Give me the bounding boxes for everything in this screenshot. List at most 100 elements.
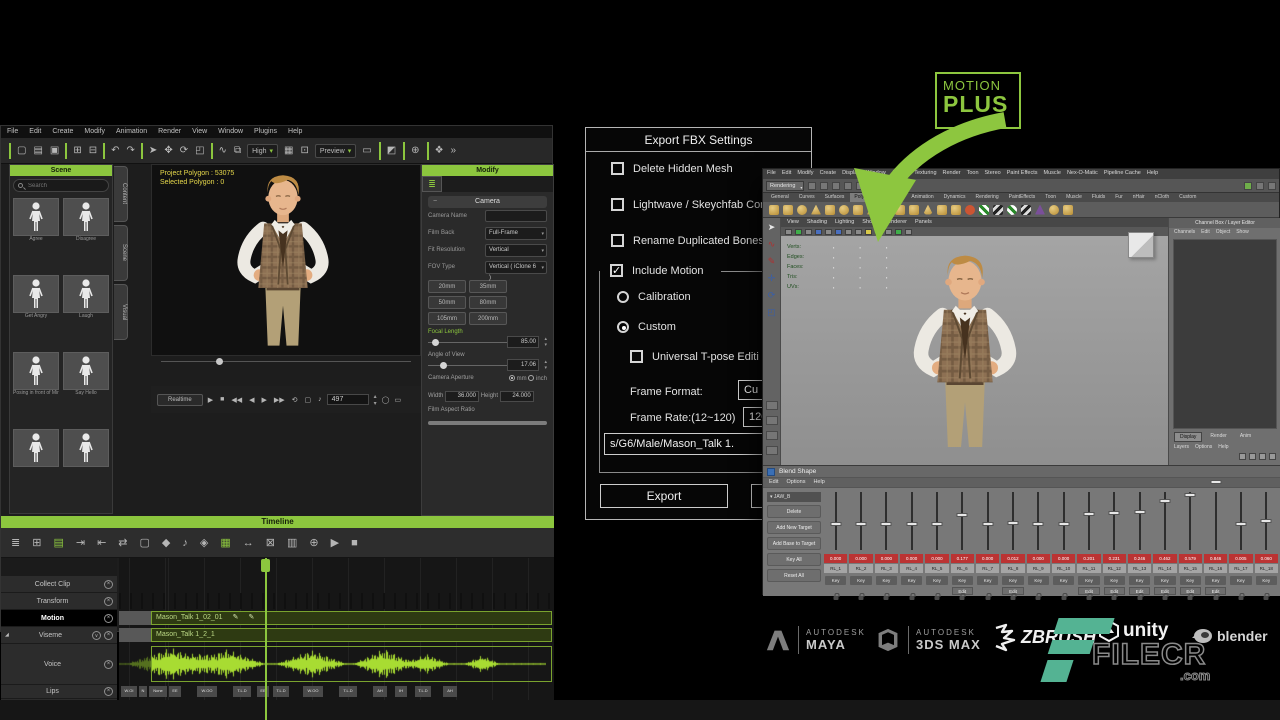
lock-icon[interactable]: [1264, 596, 1269, 600]
blend-shape-button[interactable]: Reset All: [767, 569, 821, 582]
export-option-row[interactable]: Rename Duplicated Bones: [611, 234, 764, 247]
slider-area[interactable]: [1000, 490, 1025, 552]
shelf-icon[interactable]: [769, 205, 779, 215]
slider-value[interactable]: 0.005: [1229, 554, 1252, 563]
layout-preset-button[interactable]: [766, 416, 778, 425]
slider-handle[interactable]: [1210, 480, 1221, 484]
inch-radio[interactable]: [528, 375, 534, 381]
camera-section-header[interactable]: −Camera: [428, 196, 547, 208]
key-button[interactable]: Key: [1028, 576, 1049, 585]
blend-shape-button[interactable]: Delete: [767, 505, 821, 518]
lock-icon[interactable]: [1162, 596, 1167, 600]
rotate-tool-icon[interactable]: ⟳: [768, 290, 776, 301]
transport-button[interactable]: ▢: [305, 396, 312, 404]
track-collect-clip[interactable]: Collect Clip×: [1, 576, 117, 592]
toolbar-icon[interactable]: ➤: [149, 142, 157, 160]
lock-icon[interactable]: [858, 596, 863, 600]
track-voice[interactable]: Voice×: [1, 644, 117, 684]
lock-icon[interactable]: [985, 596, 990, 600]
slider-value[interactable]: 0.060: [1255, 554, 1278, 563]
menu-item[interactable]: Window: [218, 127, 243, 137]
channel-menu-item[interactable]: Object: [1216, 229, 1230, 236]
lock-icon[interactable]: [1061, 596, 1066, 600]
slider-area[interactable]: [1228, 490, 1253, 552]
lock-icon[interactable]: [1112, 596, 1117, 600]
lock-icon[interactable]: [1238, 596, 1243, 600]
shelf-icon[interactable]: [825, 205, 835, 215]
status-icon[interactable]: [820, 182, 828, 190]
slider-handle[interactable]: [881, 522, 892, 526]
phoneme-segment[interactable]: AH: [443, 686, 457, 697]
slider-value[interactable]: 0.201: [1077, 554, 1100, 563]
shelf-tab[interactable]: nCloth: [1151, 193, 1173, 202]
edit-pencil-icon[interactable]: ✎: [233, 614, 239, 621]
phoneme-segment[interactable]: EE: [169, 686, 181, 697]
timeline-toolbar-icon[interactable]: ⇤: [97, 536, 106, 549]
slider-handle[interactable]: [1134, 510, 1145, 514]
timeline-toolbar-icon[interactable]: ⊞: [32, 536, 41, 549]
layout-preset-button[interactable]: [766, 446, 778, 455]
voice-row[interactable]: [119, 644, 554, 684]
toolbar-icon[interactable]: ✥: [164, 142, 172, 160]
template-thumbnail[interactable]: Agree: [13, 198, 59, 271]
slider-handle[interactable]: [1083, 512, 1094, 516]
menu-item[interactable]: Plugins: [254, 127, 277, 137]
toolbar-icon[interactable]: ▭: [362, 142, 371, 160]
slider-area[interactable]: [1152, 490, 1177, 552]
slider-handle[interactable]: [1261, 519, 1272, 523]
lock-icon[interactable]: [1086, 596, 1091, 600]
key-button[interactable]: Key: [1104, 576, 1125, 585]
track-motion[interactable]: Motion×: [1, 610, 117, 626]
timeline-toolbar-icon[interactable]: ≣: [11, 536, 20, 549]
layer-icon[interactable]: [1249, 453, 1256, 460]
remove-track-icon[interactable]: ×: [104, 597, 113, 606]
slider-value[interactable]: 0.000: [1027, 554, 1050, 563]
blend-shape-menu-item[interactable]: Options: [786, 479, 805, 486]
transport-button[interactable]: ▶: [208, 396, 213, 404]
remove-track-icon[interactable]: ×: [104, 580, 113, 589]
key-button[interactable]: Key: [926, 576, 947, 585]
side-tab[interactable]: Scene: [114, 225, 128, 281]
menu-item[interactable]: Help: [1147, 170, 1158, 178]
collapse-icon[interactable]: ∨: [92, 631, 101, 640]
lock-icon[interactable]: [1213, 596, 1218, 600]
move-tool-icon[interactable]: ✛: [768, 273, 776, 284]
key-button[interactable]: Key: [1180, 576, 1201, 585]
blend-shape-node[interactable]: ▾ JAW_B: [767, 492, 821, 502]
timeline-toolbar-icon[interactable]: ⊠: [266, 536, 275, 549]
transport-button[interactable]: ◀: [249, 396, 254, 404]
layout-preset-button[interactable]: [766, 431, 778, 440]
slider-handle[interactable]: [931, 522, 942, 526]
lock-icon[interactable]: [884, 596, 889, 600]
shelf-icon[interactable]: [1063, 205, 1073, 215]
search-bar[interactable]: [13, 179, 109, 192]
blend-shape-menu-item[interactable]: Edit: [769, 479, 778, 486]
track-lips[interactable]: Lips×: [1, 685, 117, 698]
slider-handle[interactable]: [830, 522, 841, 526]
panel-icon[interactable]: [795, 229, 802, 235]
toolbar-icon[interactable]: ⊕: [403, 142, 419, 160]
lock-icon[interactable]: [934, 596, 939, 600]
status-icon[interactable]: [1256, 182, 1264, 190]
value-stepper[interactable]: ▴▾: [544, 336, 547, 348]
include-motion-checkbox[interactable]: ✓: [610, 264, 623, 277]
menu-item[interactable]: Help: [288, 127, 302, 137]
menu-item[interactable]: Muscle: [1044, 170, 1061, 178]
iclone-viewport[interactable]: Project Polygon : 53075 Selected Polygon…: [151, 164, 421, 356]
remove-track-icon[interactable]: ×: [104, 687, 113, 696]
timeline-toolbar-icon[interactable]: ▥: [287, 536, 297, 549]
timeline-toolbar-icon[interactable]: ⇥: [76, 536, 85, 549]
radio-button[interactable]: [617, 291, 629, 303]
template-thumbnail[interactable]: Posing in front of Mirror: [13, 352, 59, 425]
status-icon[interactable]: [1268, 182, 1276, 190]
setting-dropdown[interactable]: Full-Frame: [485, 227, 547, 240]
menu-set-dropdown[interactable]: Rendering: [766, 181, 804, 191]
slider-area[interactable]: [1254, 490, 1279, 552]
slider-handle[interactable]: [982, 522, 993, 526]
key-button[interactable]: Key: [850, 576, 871, 585]
menu-item[interactable]: Edit: [782, 170, 791, 178]
timeline-track-area[interactable]: Mason_Talk 1_02_01✎✎ Mason_Talk 1_2_1 W.…: [119, 558, 554, 720]
layer-tab[interactable]: Display: [1174, 432, 1202, 442]
toolbar-icon[interactable]: ↷: [127, 142, 135, 160]
slider-area[interactable]: [1102, 490, 1127, 552]
